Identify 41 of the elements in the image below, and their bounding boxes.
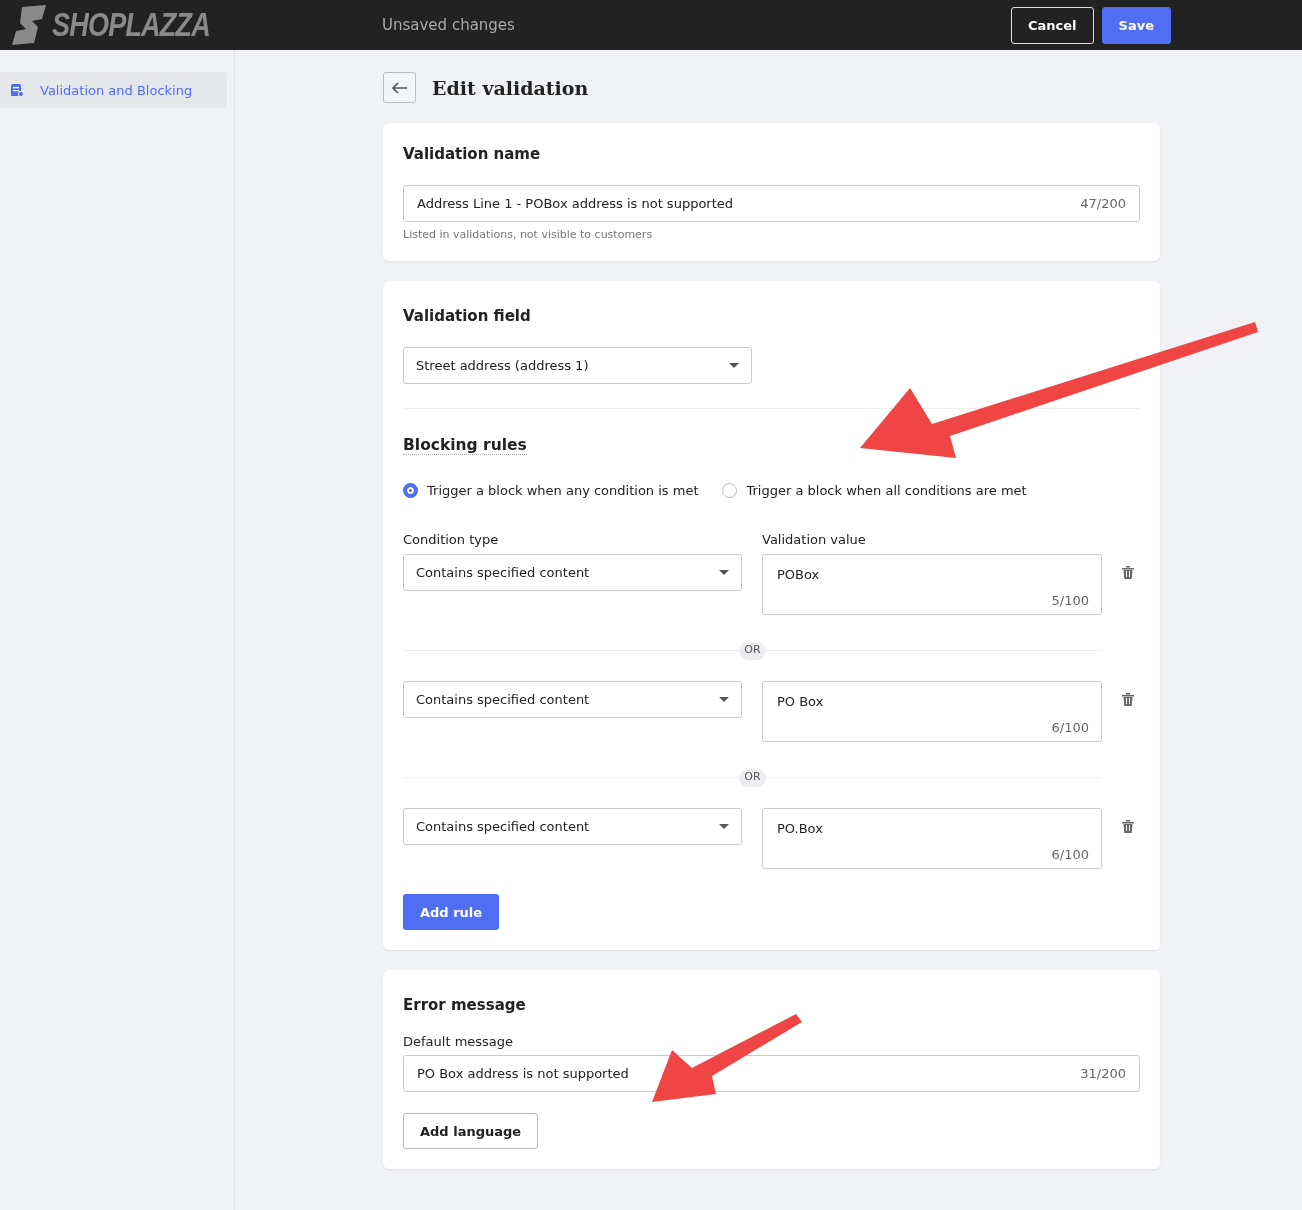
caret-icon: [719, 696, 729, 703]
caret-icon: [719, 569, 729, 576]
field-label: Condition type: [403, 532, 500, 547]
name-input[interactable]: Address Line 1 - POBox address is not supported 47/200: [403, 185, 1140, 222]
trash-icon[interactable]: [1122, 693, 1134, 706]
value-textarea[interactable]: PO.Box 6/100: [762, 808, 1102, 869]
value-textarea[interactable]: PO Box 6/100: [762, 681, 1102, 742]
condition-select[interactable]: Contains specified content: [403, 554, 742, 591]
radio-option[interactable]: Trigger a block when any condition is met: [403, 483, 699, 498]
save-button[interactable]: Save: [1101, 6, 1171, 44]
card-title: Validation name: [403, 145, 542, 163]
or-separator: OR: [739, 642, 766, 660]
back-button[interactable]: [383, 72, 416, 103]
card-title: Error message: [403, 996, 527, 1014]
message-input[interactable]: PO Box address is not supported 31/200: [403, 1055, 1140, 1092]
document-icon: [10, 83, 24, 97]
trash-icon[interactable]: [1122, 820, 1134, 833]
or-separator: OR: [739, 769, 766, 787]
unsaved-status: Unsaved changes: [382, 16, 516, 34]
field-label: Validation value: [762, 532, 867, 547]
field-select[interactable]: Street address (address 1): [403, 347, 752, 384]
sidebar-item[interactable]: Validation and Blocking: [0, 72, 227, 108]
section-title: Blocking rules: [403, 436, 527, 455]
add-language-button[interactable]: Add language: [403, 1113, 539, 1149]
page-title: Edit validation: [432, 76, 589, 99]
cancel-button[interactable]: Cancel: [1011, 6, 1094, 44]
field-label: Default message: [403, 1034, 515, 1049]
radio-option[interactable]: Trigger a block when all conditions are met: [722, 483, 1027, 498]
logo-icon: [12, 5, 46, 45]
help-text: Listed in validations, not visible to customers: [403, 228, 654, 241]
card-title: Validation field: [403, 307, 532, 325]
caret-icon: [729, 362, 739, 369]
trash-icon[interactable]: [1122, 566, 1134, 579]
arrow-left-icon: [391, 81, 408, 94]
brand-name: SHOPLAZZA: [52, 6, 210, 44]
condition-select[interactable]: Contains specified content: [403, 808, 742, 845]
radio-button[interactable]: [403, 483, 418, 498]
value-textarea[interactable]: POBox 5/100: [762, 554, 1102, 615]
condition-select[interactable]: Contains specified content: [403, 681, 742, 718]
caret-icon: [719, 823, 729, 830]
add-rule-button[interactable]: Add rule: [403, 894, 500, 930]
